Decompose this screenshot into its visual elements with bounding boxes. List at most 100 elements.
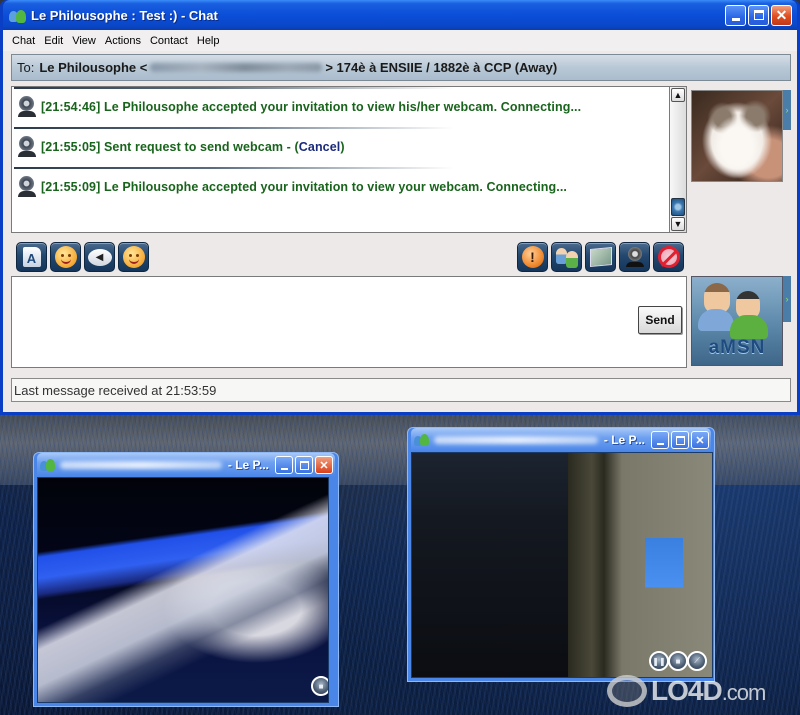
font-icon: A	[22, 247, 41, 267]
maximize-icon	[753, 10, 764, 20]
menu-edit[interactable]: Edit	[40, 35, 68, 47]
message-text-end: )	[340, 140, 345, 154]
status-text: Last message received at 21:53:59	[14, 382, 217, 398]
webcam-window-titlebar[interactable]: - Le P... ✕	[37, 453, 335, 477]
webcam-video-feed: ❚❚ ■ ⟋	[411, 452, 713, 678]
send-button[interactable]: Send	[638, 306, 682, 334]
message-input[interactable]: Send	[11, 276, 687, 368]
block-icon	[657, 246, 680, 268]
recipient-bar: To: Le Philousophe < > 174è à ENSIIE / 1…	[11, 54, 791, 81]
menu-chat[interactable]: Chat	[8, 35, 40, 47]
message-time: [21:55:09]	[41, 180, 101, 194]
message-row: [21:55:05] Sent request to send webcam -…	[12, 127, 687, 167]
minimize-button[interactable]	[725, 4, 746, 26]
settings-icon: ⟋	[694, 656, 700, 665]
nudge-button[interactable]: !	[517, 242, 548, 272]
message-row: [21:55:09] Le Philousophe accepted your …	[12, 167, 687, 207]
menu-view[interactable]: View	[68, 35, 101, 47]
stop-icon: ■	[318, 681, 324, 691]
file-icon	[589, 247, 612, 267]
close-button[interactable]: ✕	[315, 456, 333, 474]
maximize-button[interactable]	[671, 431, 689, 449]
formatting-toolbar: A ◀	[16, 242, 149, 272]
amsn-app-icon	[40, 458, 56, 472]
close-button[interactable]: ✕	[691, 431, 709, 449]
cancel-webcam-link[interactable]: Cancel	[299, 140, 341, 154]
winks-button[interactable]	[118, 242, 149, 272]
font-button[interactable]: A	[16, 242, 47, 272]
contact-avatar-panel: ›	[691, 90, 791, 186]
webcam-window-receiving: - Le P... ✕ ❚❚ ■ ⟋	[407, 427, 715, 682]
add-contact-icon	[555, 246, 579, 268]
alert-icon: !	[521, 246, 544, 268]
minimize-icon	[280, 467, 288, 470]
invite-button[interactable]	[551, 242, 582, 272]
minimize-icon	[656, 442, 664, 445]
expand-own-picture-arrow[interactable]: ›	[783, 276, 791, 322]
amsn-app-icon	[414, 433, 430, 447]
webcam-icon	[625, 246, 644, 268]
menu-help[interactable]: Help	[193, 35, 225, 47]
message-text: Le Philousophe accepted your invitation …	[103, 100, 582, 114]
contact-name: Le Philousophe <	[39, 60, 148, 75]
close-icon: ✕	[319, 459, 329, 472]
contact-status-message: > 174è à ENSIIE / 1882è à CCP (Away)	[325, 60, 558, 75]
menu-bar: Chat Edit View Actions Contact Help	[3, 30, 797, 51]
conversation-scrollbar[interactable]: ▲ ▼	[669, 86, 687, 233]
lo4d-logo-icon	[607, 675, 647, 707]
webcam-button[interactable]	[619, 242, 650, 272]
scroll-up-button[interactable]: ▲	[671, 88, 685, 102]
amsn-app-icon	[9, 8, 26, 23]
redacted-title	[434, 436, 598, 444]
voice-clip-button[interactable]: ◀	[84, 242, 115, 272]
send-file-button[interactable]	[585, 242, 616, 272]
message-row: [21:54:46] Le Philousophe accepted your …	[12, 87, 687, 127]
maximize-icon	[675, 435, 685, 445]
status-bar: Last message received at 21:53:59	[11, 378, 791, 402]
maximize-icon	[299, 460, 309, 470]
stop-webcam-button[interactable]: ■	[311, 676, 328, 696]
conversation-log[interactable]: [21:54:46] Le Philousophe accepted your …	[11, 86, 687, 233]
maximize-button[interactable]	[748, 4, 769, 26]
webcam-window-title: - Le P...	[603, 433, 645, 447]
minimize-button[interactable]	[651, 431, 669, 449]
contact-display-picture[interactable]	[691, 90, 783, 182]
message-time: [21:54:46]	[41, 100, 101, 114]
minimize-icon	[731, 17, 740, 21]
webcam-icon	[17, 136, 37, 158]
chat-client-area: Chat Edit View Actions Contact Help To: …	[3, 30, 797, 412]
expand-avatar-arrow[interactable]: ›	[783, 90, 791, 130]
window-title: Le Philousophe : Test :) - Chat	[31, 7, 218, 23]
message-time: [21:55:05]	[41, 140, 101, 154]
speech-bubble-icon: ◀	[87, 248, 112, 266]
pause-webcam-button[interactable]: ❚❚	[649, 651, 669, 671]
amsn-logo-text: aMSN	[708, 337, 766, 358]
scroll-down-button[interactable]: ▼	[671, 217, 685, 231]
menu-actions[interactable]: Actions	[101, 35, 146, 47]
webcam-window-titlebar[interactable]: - Le P... ✕	[411, 428, 711, 452]
window-titlebar[interactable]: Le Philousophe : Test :) - Chat ✕	[3, 0, 797, 30]
smiley-icon	[54, 246, 77, 268]
own-display-picture[interactable]: aMSN	[691, 276, 783, 366]
redacted-title	[60, 461, 222, 469]
pause-icon: ❚❚	[652, 656, 666, 666]
stop-webcam-button[interactable]: ■	[668, 651, 688, 671]
webcam-window-title: - Le P...	[227, 458, 269, 472]
redacted-email	[150, 63, 323, 72]
webcam-window-sending: - Le P... ✕ ■	[33, 452, 339, 707]
close-button[interactable]: ✕	[771, 4, 792, 26]
close-icon: ✕	[775, 7, 788, 23]
menu-contact[interactable]: Contact	[146, 35, 193, 47]
lo4d-watermark: LO4D.com	[607, 675, 767, 707]
maximize-button[interactable]	[295, 456, 313, 474]
minimize-button[interactable]	[275, 456, 293, 474]
close-icon: ✕	[695, 434, 705, 447]
webcam-video-feed: ■	[37, 477, 329, 703]
wink-icon	[122, 246, 145, 268]
watermark-tld: .com	[721, 680, 767, 705]
stop-icon: ■	[675, 656, 681, 666]
smileys-button[interactable]	[50, 242, 81, 272]
scroll-thumb[interactable]	[671, 198, 685, 216]
webcam-settings-button[interactable]: ⟋	[687, 651, 707, 671]
block-button[interactable]	[653, 242, 684, 272]
